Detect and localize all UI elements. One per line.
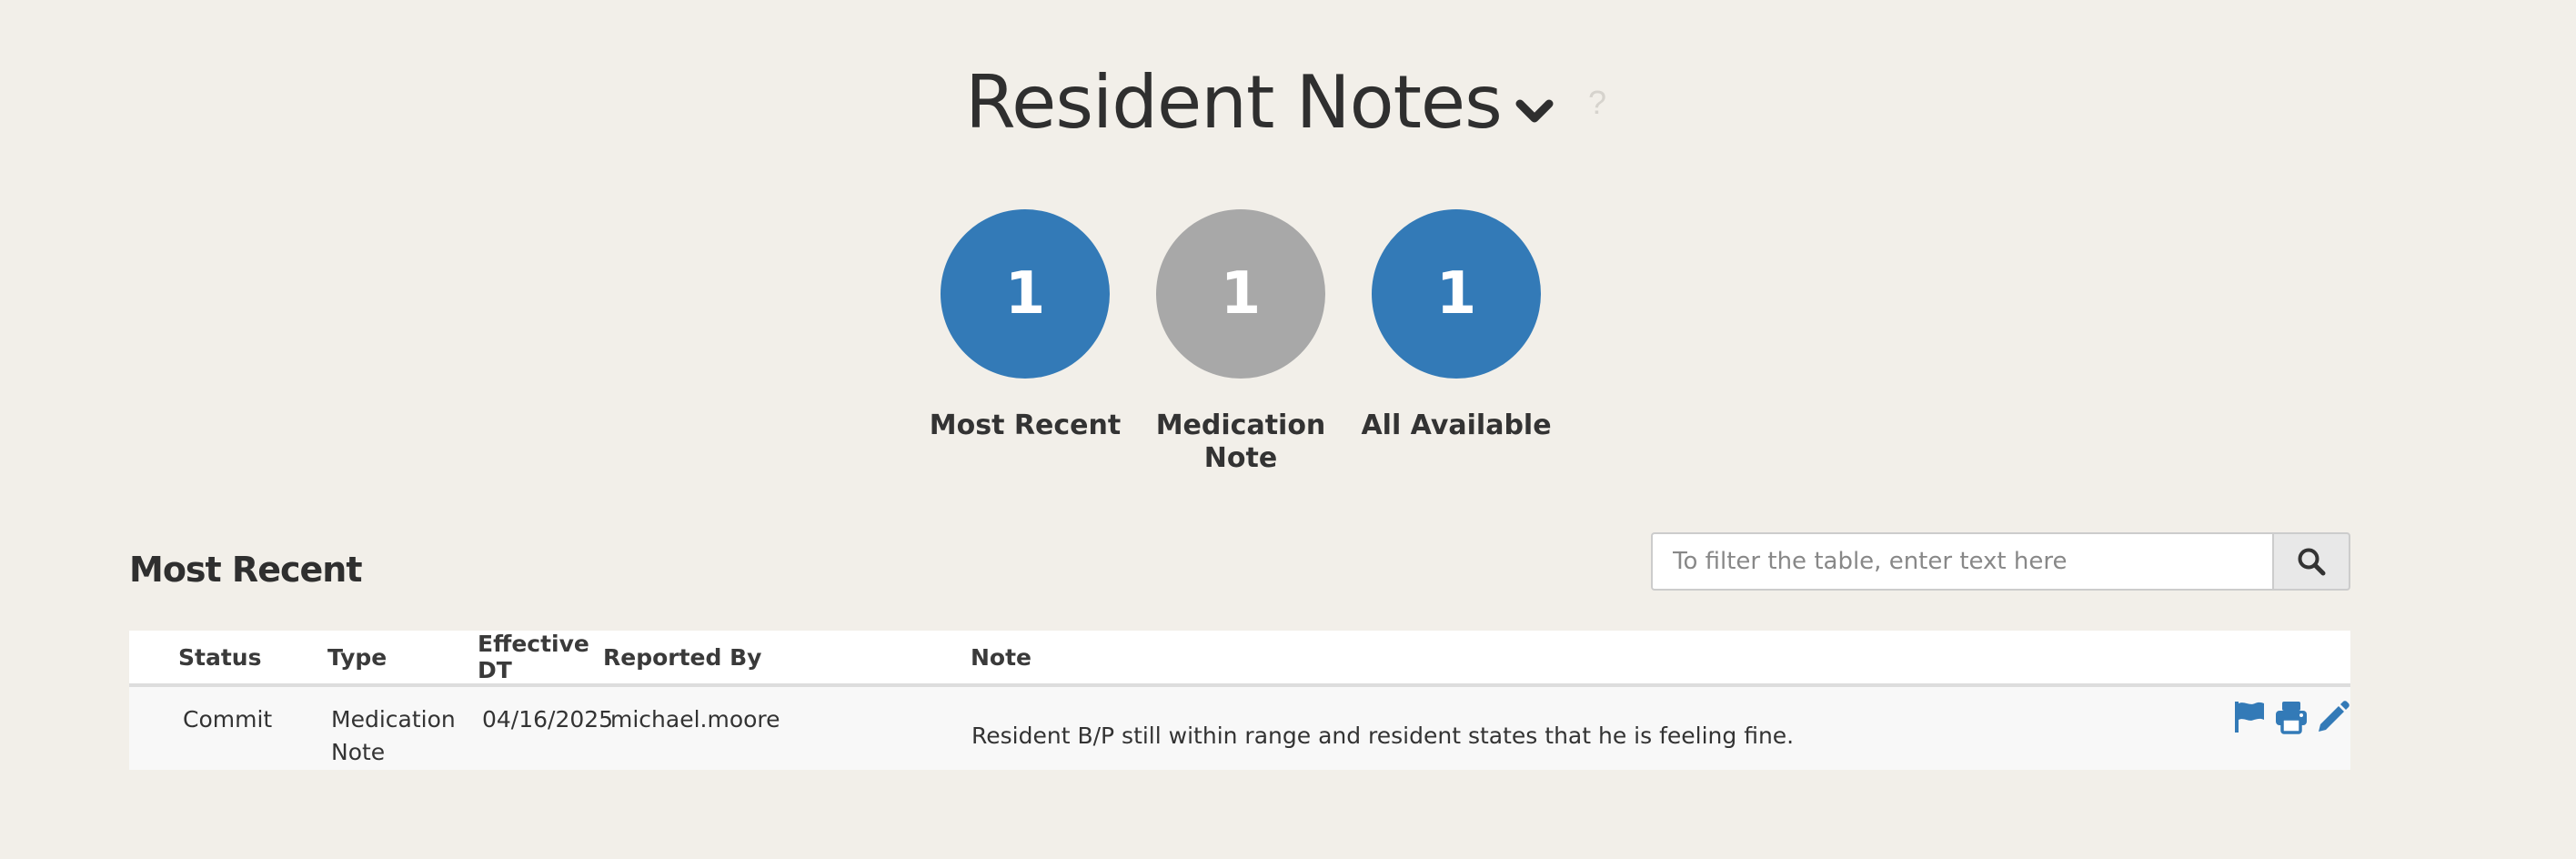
search-icon — [2298, 548, 2326, 576]
edit-icon[interactable] — [2316, 700, 2350, 734]
summary-all-available[interactable]: 1 All Available — [1338, 209, 1575, 442]
count-value: 1 — [1004, 260, 1046, 328]
summary-most-recent[interactable]: 1 Most Recent — [907, 209, 1143, 442]
column-header-reported-by[interactable]: Reported By — [603, 631, 971, 687]
summary-label: Most Recent — [929, 409, 1122, 441]
page-title: Resident Notes — [965, 60, 1503, 145]
cell-effective-dt: 04/16/2025 — [452, 685, 613, 770]
chevron-down-icon[interactable] — [1514, 93, 1555, 129]
count-circle[interactable]: 1 — [1372, 209, 1541, 379]
section-title: Most Recent — [129, 550, 362, 590]
table-header-row: Status Type Effective DT Reported By Not… — [129, 631, 2350, 687]
notes-table: Status Type Effective DT Reported By Not… — [129, 631, 2350, 770]
count-value: 1 — [1220, 260, 1262, 328]
row-actions — [2127, 700, 2350, 734]
count-circle[interactable]: 1 — [941, 209, 1110, 379]
column-header-note[interactable]: Note — [971, 631, 2126, 687]
summary-medication-note[interactable]: 1 Medication Note — [1122, 209, 1359, 475]
filter-input[interactable] — [1651, 532, 2272, 591]
print-icon[interactable] — [2274, 700, 2309, 734]
table-row[interactable]: Commit Medication Note 04/16/2025 michae… — [129, 685, 2350, 770]
cell-reported-by: michael.moore — [603, 685, 971, 770]
search-button[interactable] — [2272, 532, 2350, 591]
column-header-effective-dt[interactable]: Effective DT — [452, 631, 603, 687]
count-value: 1 — [1435, 260, 1477, 328]
help-icon[interactable]: ? — [1588, 84, 1606, 122]
title-dropdown[interactable]: Resident Notes — [965, 53, 1555, 153]
column-header-type[interactable]: Type — [302, 631, 452, 687]
filter-box — [1651, 532, 2350, 591]
cell-status: Commit — [129, 685, 302, 770]
column-header-status[interactable]: Status — [129, 631, 302, 687]
count-circle[interactable]: 1 — [1156, 209, 1325, 379]
page-header: Resident Notes — [0, 53, 2576, 153]
cell-actions — [2126, 685, 2350, 770]
summary-circles: 1 Most Recent 1 Medication Note 1 All Av… — [0, 209, 2576, 500]
cell-note: Resident B/P still within range and resi… — [971, 685, 2126, 770]
column-header-actions — [2126, 631, 2350, 687]
summary-label: Medication Note — [1155, 409, 1326, 474]
summary-label: All Available — [1361, 409, 1552, 441]
cell-type: Medication Note — [302, 685, 456, 770]
flag-icon[interactable] — [2232, 700, 2267, 734]
